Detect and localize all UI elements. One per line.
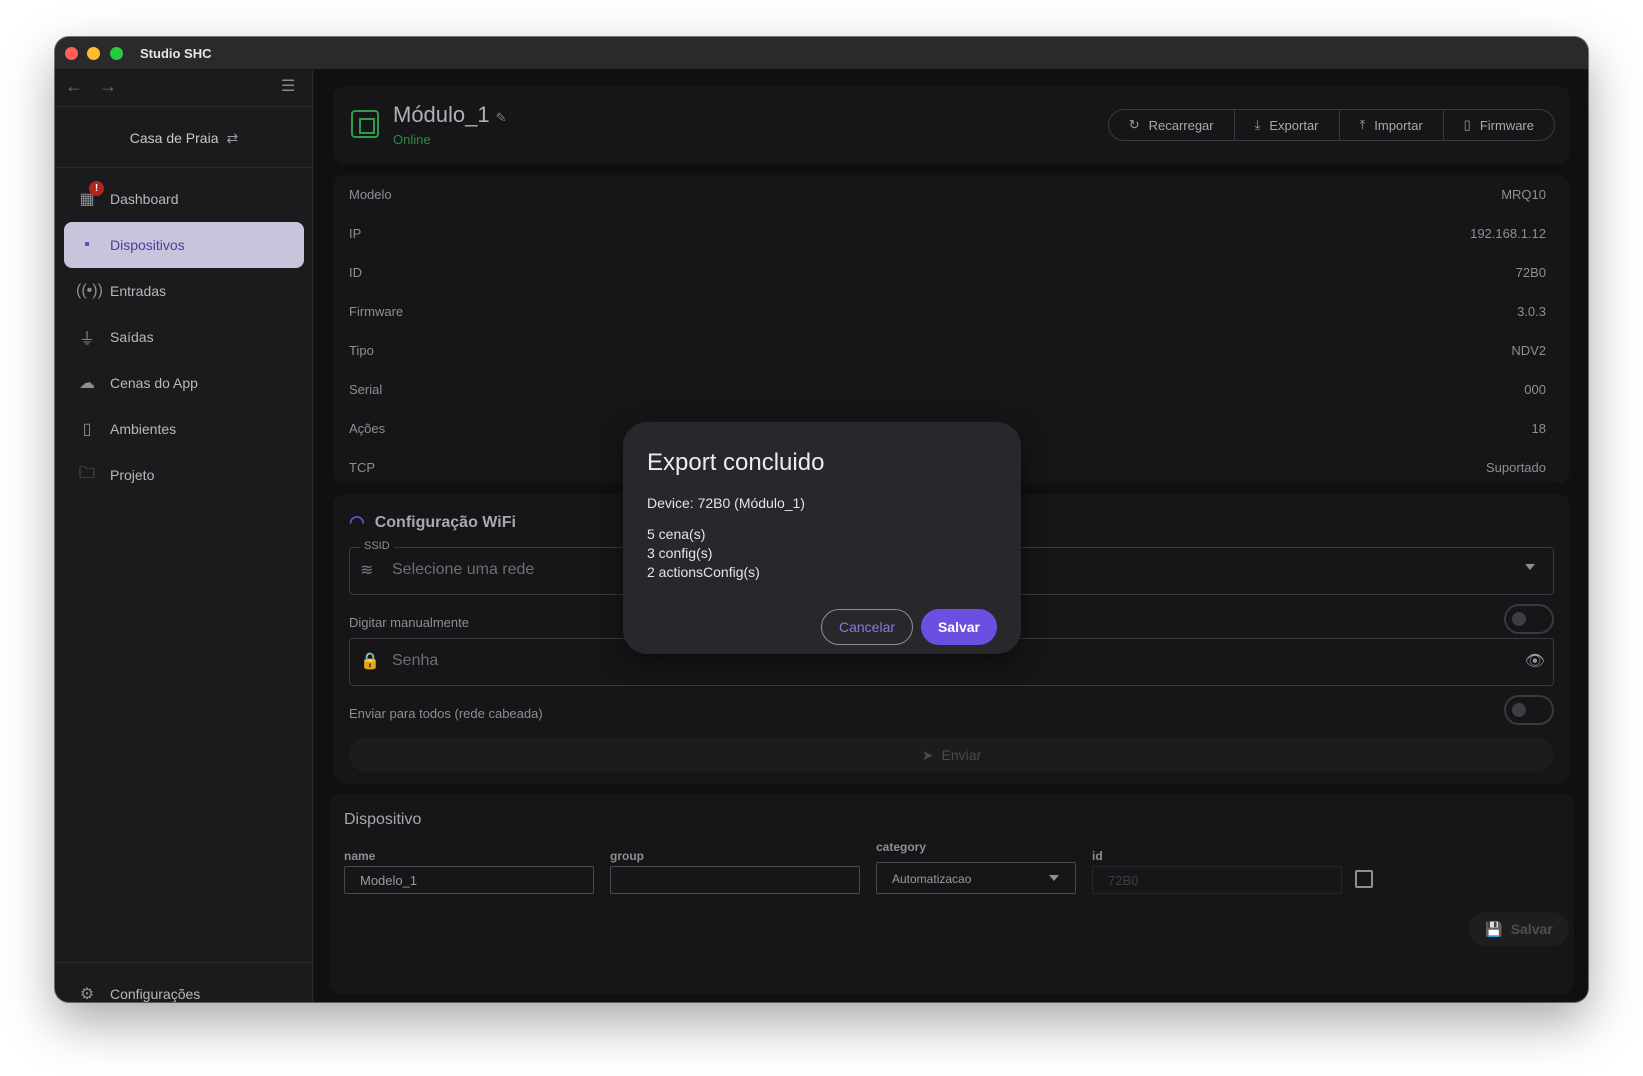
- dialog-title: Export concluido: [647, 449, 825, 476]
- app-window: Studio SHC ← → ☰ Casa de Praia ⇄ ▦ ! Dash…: [55, 37, 1588, 1002]
- modal-overlay: Export concluido Device: 72B0 (Módulo_1)…: [55, 37, 1588, 1002]
- dialog-line: 2 actionsConfig(s): [647, 564, 760, 580]
- dialog-line: 3 config(s): [647, 545, 713, 561]
- confirm-save-button[interactable]: Salvar: [921, 609, 997, 645]
- export-dialog: Export concluido Device: 72B0 (Módulo_1)…: [623, 422, 1021, 654]
- dialog-device-line: Device: 72B0 (Módulo_1): [647, 495, 805, 511]
- dialog-line: 5 cena(s): [647, 526, 706, 542]
- cancel-button[interactable]: Cancelar: [821, 609, 913, 645]
